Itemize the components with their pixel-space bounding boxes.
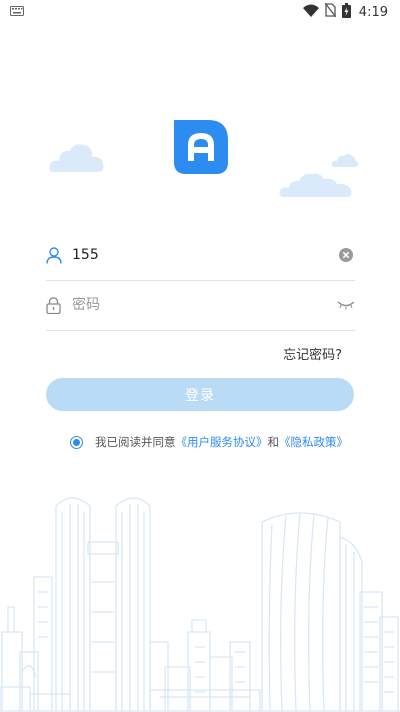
- password-input[interactable]: [72, 297, 337, 313]
- password-field: [46, 280, 355, 331]
- agreement-radio[interactable]: [70, 435, 83, 449]
- keyboard-icon: [10, 5, 24, 20]
- phone-input[interactable]: [72, 247, 337, 263]
- forgot-password-link[interactable]: 忘记密码?: [283, 344, 342, 363]
- agreement-row: 我已阅读并同意 《用户服务协议》 和 《隐私政策》: [70, 434, 348, 450]
- eye-closed-icon[interactable]: [337, 296, 355, 314]
- battery-charging-icon: [341, 2, 351, 22]
- app-logo-icon: [174, 120, 228, 174]
- user-agreement-link[interactable]: 《用户服务协议》: [176, 434, 268, 450]
- phone-field: [46, 230, 355, 281]
- status-time: 4:19: [358, 4, 388, 20]
- agreement-and: 和: [267, 435, 280, 449]
- cloud-decoration-small: [331, 154, 359, 167]
- privacy-policy-link[interactable]: 《隐私政策》: [279, 434, 348, 450]
- no-sim-icon: [324, 2, 337, 21]
- cloud-decoration-left: [49, 144, 104, 172]
- cloud-decoration-right: [279, 173, 352, 197]
- radio-checked-dot: [73, 438, 80, 446]
- user-icon: [46, 246, 64, 264]
- city-skyline-illustration: [0, 497, 400, 712]
- clear-input-icon[interactable]: [337, 246, 355, 264]
- agreement-prefix: 我已阅读并同意: [95, 435, 176, 449]
- status-bar: 4:19: [0, 0, 400, 24]
- login-button[interactable]: 登录: [46, 378, 354, 411]
- lock-icon: [46, 296, 64, 314]
- wifi-icon: [302, 4, 319, 21]
